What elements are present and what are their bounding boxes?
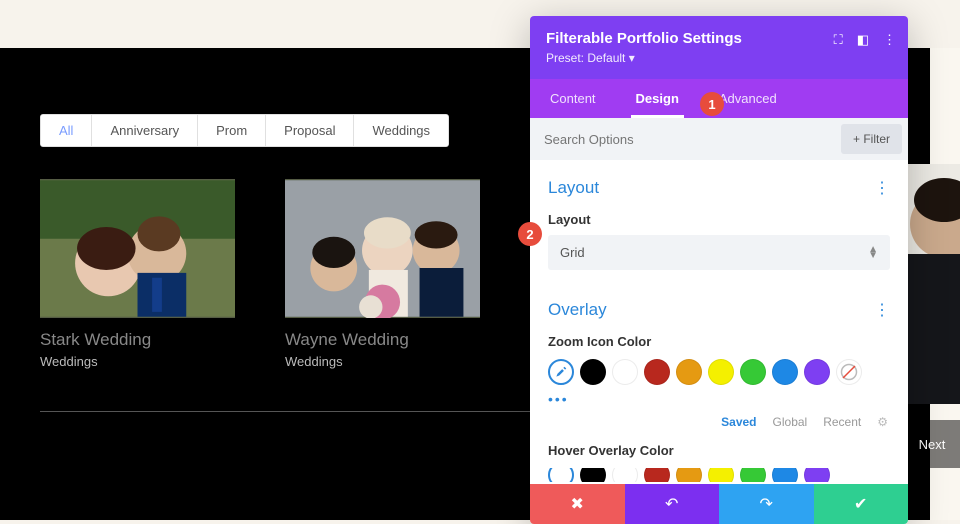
gallery-item-category: Weddings	[40, 354, 235, 369]
swatch-tab-global[interactable]: Global	[773, 415, 808, 429]
panel-body: Layout ⋮ Layout Grid ▲▼ Overlay ⋮ Zoom I…	[530, 160, 908, 484]
undo-icon: ↶	[665, 494, 678, 514]
eyedropper-swatch[interactable]	[548, 468, 574, 482]
tab-design[interactable]: Design	[616, 79, 699, 118]
eyedropper-swatch[interactable]	[548, 359, 574, 385]
color-swatch[interactable]	[772, 359, 798, 385]
check-icon: ✔	[854, 494, 867, 514]
chevron-updown-icon: ▲▼	[868, 247, 878, 259]
gallery-item-title: Wayne Wedding	[285, 330, 480, 350]
expand-icon[interactable]: ⛶	[834, 32, 843, 48]
panel-header[interactable]: Filterable Portfolio Settings Preset: De…	[530, 16, 908, 79]
color-swatch[interactable]	[708, 468, 734, 482]
color-swatch[interactable]	[740, 468, 766, 482]
gallery-thumb-icon	[285, 179, 480, 318]
gallery-item[interactable]: Wayne Wedding Weddings	[285, 179, 480, 369]
tab-content[interactable]: Content	[530, 79, 616, 118]
swatch-tabs: Saved Global Recent ⚙	[548, 415, 890, 429]
layout-select[interactable]: Grid ▲▼	[548, 235, 890, 270]
zoom-color-swatches	[548, 359, 890, 385]
color-swatch[interactable]	[676, 468, 702, 482]
gallery-item[interactable]: Stark Wedding Weddings	[40, 179, 235, 369]
header-icons: ⛶ ◧ ⋮	[834, 32, 896, 48]
color-swatch[interactable]	[612, 468, 638, 482]
swatch-tab-saved[interactable]: Saved	[721, 415, 756, 429]
settings-panel: Filterable Portfolio Settings Preset: De…	[530, 16, 908, 524]
filter-all[interactable]: All	[41, 115, 92, 146]
section-title: Layout	[548, 178, 599, 198]
search-input[interactable]	[530, 120, 835, 159]
redo-icon: ↷	[760, 494, 773, 514]
color-swatch[interactable]	[644, 468, 670, 482]
hover-color-swatches	[548, 468, 890, 482]
side-photo-icon	[906, 164, 960, 404]
columns-icon[interactable]: ◧	[857, 32, 869, 48]
category-filters: All Anniversary Prom Proposal Weddings	[40, 114, 449, 147]
gallery-item-category: Weddings	[285, 354, 480, 369]
color-swatch[interactable]	[740, 359, 766, 385]
field-label-hover-color: Hover Overlay Color	[548, 443, 890, 458]
save-button[interactable]: ✔	[814, 484, 909, 524]
panel-bottom-bar: ✖ ↶ ↷ ✔	[530, 484, 908, 524]
section-menu-icon[interactable]: ⋮	[874, 300, 890, 320]
gallery-item-title: Stark Wedding	[40, 330, 235, 350]
color-swatch[interactable]	[612, 359, 638, 385]
select-value: Grid	[560, 245, 585, 260]
color-swatch[interactable]	[772, 468, 798, 482]
gear-icon[interactable]: ⚙	[877, 415, 888, 429]
filter-proposal[interactable]: Proposal	[266, 115, 354, 146]
section-menu-icon[interactable]: ⋮	[874, 178, 890, 198]
annotation-badge: 1	[700, 92, 724, 116]
color-swatch[interactable]	[676, 359, 702, 385]
swatch-tab-recent[interactable]: Recent	[823, 415, 861, 429]
close-icon: ✖	[571, 494, 584, 514]
search-row: + Filter	[530, 118, 908, 160]
preset-selector[interactable]: Preset: Default ▾	[546, 51, 892, 65]
more-dots-icon[interactable]: •••	[548, 391, 890, 407]
next-button[interactable]: Next	[904, 420, 960, 468]
filter-weddings[interactable]: Weddings	[354, 115, 448, 146]
color-swatch[interactable]	[804, 359, 830, 385]
no-color-swatch[interactable]	[836, 359, 862, 385]
filter-prom[interactable]: Prom	[198, 115, 266, 146]
field-label-zoom-color: Zoom Icon Color	[548, 334, 890, 349]
section-head-layout[interactable]: Layout ⋮	[548, 178, 890, 198]
color-swatch[interactable]	[644, 359, 670, 385]
color-swatch[interactable]	[580, 359, 606, 385]
color-swatch[interactable]	[804, 468, 830, 482]
gallery-thumb-icon	[40, 179, 235, 318]
annotation-badge: 2	[518, 222, 542, 246]
undo-button[interactable]: ↶	[625, 484, 720, 524]
section-title: Overlay	[548, 300, 607, 320]
redo-button[interactable]: ↷	[719, 484, 814, 524]
cancel-button[interactable]: ✖	[530, 484, 625, 524]
section-head-overlay[interactable]: Overlay ⋮	[548, 300, 890, 320]
field-label-layout: Layout	[548, 212, 890, 227]
more-icon[interactable]: ⋮	[883, 32, 896, 48]
color-swatch[interactable]	[708, 359, 734, 385]
filter-button[interactable]: + Filter	[841, 124, 902, 154]
color-swatch[interactable]	[580, 468, 606, 482]
filter-anniversary[interactable]: Anniversary	[92, 115, 198, 146]
